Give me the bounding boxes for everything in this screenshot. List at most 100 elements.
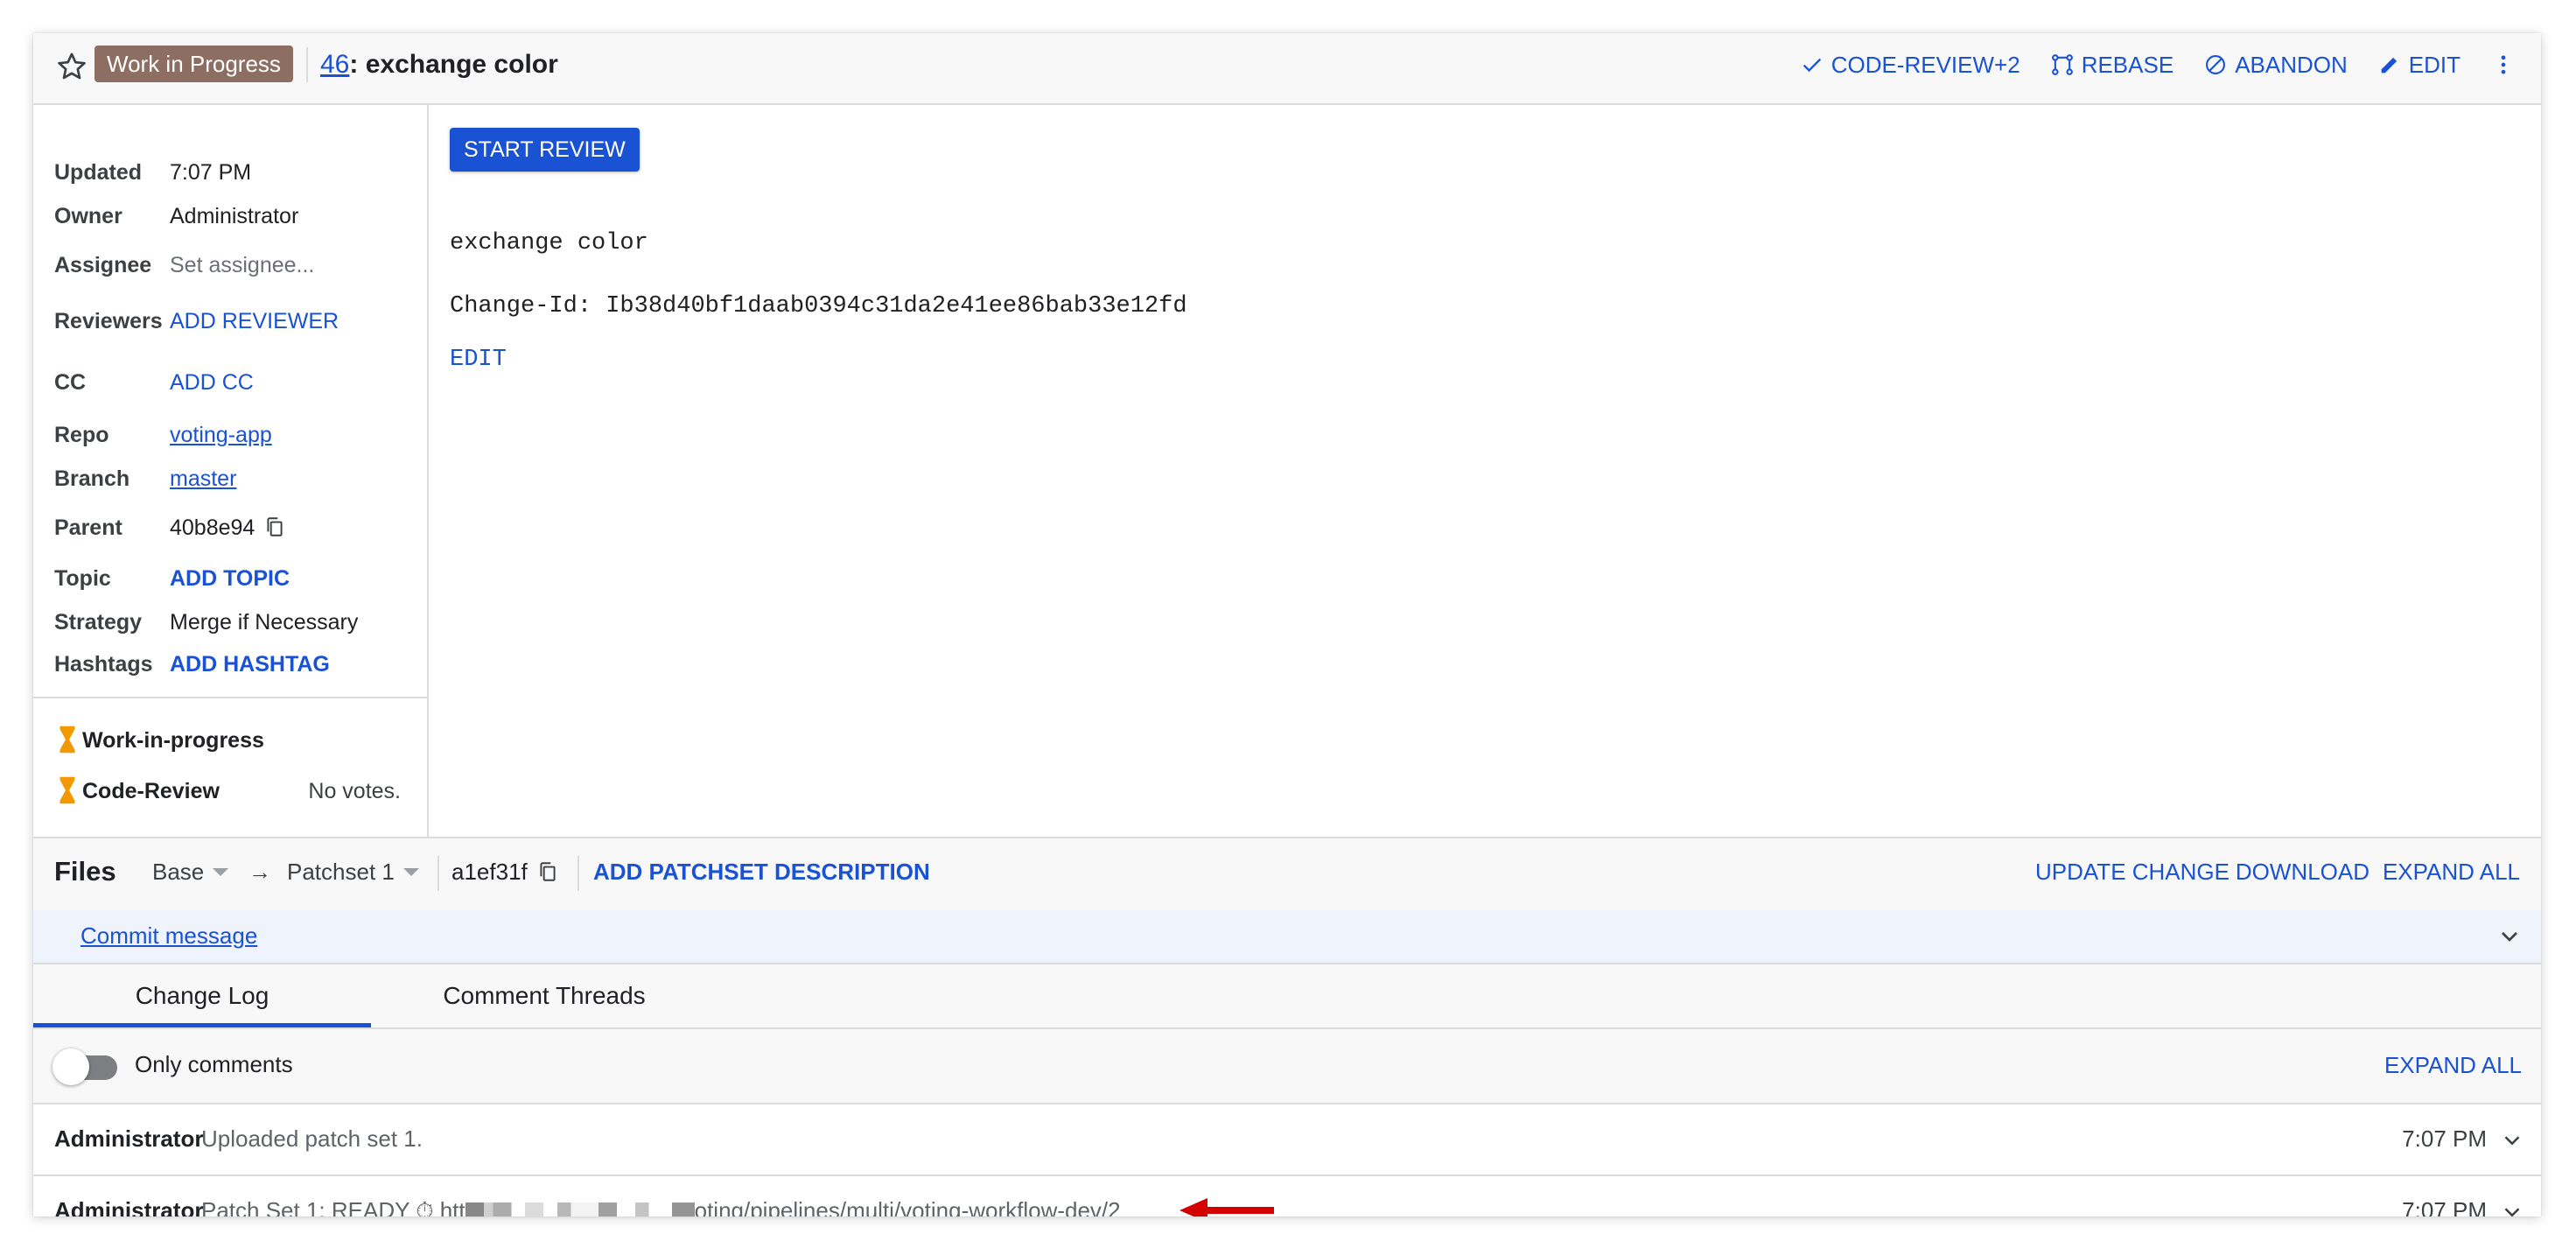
more-actions-button[interactable] bbox=[2490, 52, 2516, 78]
abandon-button[interactable]: ABANDON bbox=[2203, 52, 2348, 79]
only-comments-label: Only comments bbox=[135, 1051, 293, 1077]
message-row[interactable]: Administrator Patch Set 1: READY ⏱ htt ot… bbox=[33, 1176, 2541, 1216]
edit-label: EDIT bbox=[2408, 51, 2460, 78]
patchset-sha-value: a1ef31f bbox=[452, 859, 528, 885]
label-wip-name: Work-in-progress bbox=[82, 728, 264, 753]
meta-strategy-label: Strategy bbox=[54, 610, 143, 635]
meta-owner-label: Owner bbox=[54, 204, 122, 228]
branch-link[interactable]: master bbox=[170, 464, 236, 494]
more-vert-icon bbox=[2501, 55, 2506, 74]
commit-change-id: Change-Id: Ib38d40bf1daab0394c31da2e41ee… bbox=[450, 293, 1187, 319]
meta-parent-value: 40b8e94 bbox=[170, 513, 286, 543]
header-actions: CODE-REVIEW+2 REBASE ABANDON EDIT bbox=[1800, 47, 2516, 82]
chevron-down-icon[interactable] bbox=[2496, 922, 2524, 950]
label-work-in-progress: Work-in-progress bbox=[58, 725, 264, 755]
message-row[interactable]: Administrator Uploaded patch set 1. 7:07… bbox=[33, 1104, 2541, 1176]
patchset-select-value: Patchset 1 bbox=[287, 859, 395, 885]
add-cc-button[interactable]: ADD CC bbox=[170, 368, 254, 397]
files-bar-divider bbox=[578, 856, 579, 891]
copy-icon[interactable] bbox=[263, 515, 286, 539]
tab-comment-threads[interactable]: Comment Threads bbox=[371, 964, 718, 1027]
add-topic-button[interactable]: ADD TOPIC bbox=[170, 564, 290, 593]
message-text: Patch Set 1: READY ⏱ htt oting/pipelines/… bbox=[201, 1197, 1121, 1216]
commit-message-panel: START REVIEW exchange color Change-Id: I… bbox=[429, 105, 2541, 837]
toggle-knob bbox=[52, 1048, 89, 1085]
message-text-suffix: oting/pipelines/multi/voting-workflow-de… bbox=[694, 1197, 1121, 1216]
code-review-button[interactable]: CODE-REVIEW+2 bbox=[1800, 52, 2020, 79]
hourglass-icon bbox=[60, 776, 75, 804]
message-author: Administrator bbox=[54, 1197, 204, 1216]
change-view: Work in Progress 46: exchange color CODE… bbox=[33, 33, 2541, 1216]
patchset-select[interactable]: Patchset 1 bbox=[287, 859, 419, 886]
parent-sha: 40b8e94 bbox=[170, 515, 256, 540]
base-select-value: Base bbox=[152, 859, 205, 885]
arrow-right-icon: → bbox=[248, 859, 271, 885]
message-time: 7:07 PM bbox=[2402, 1125, 2487, 1152]
repo-link[interactable]: voting-app bbox=[170, 420, 272, 450]
base-select[interactable]: Base bbox=[152, 859, 229, 886]
message-author: Administrator bbox=[54, 1125, 204, 1152]
expand-all-files-button[interactable]: EXPAND ALL bbox=[2383, 859, 2520, 886]
meta-hashtags-label: Hashtags bbox=[54, 652, 153, 677]
add-reviewer-button[interactable]: ADD REVIEWER bbox=[170, 306, 339, 336]
rebase-icon bbox=[2051, 54, 2073, 75]
label-code-review-name: Code-Review bbox=[82, 779, 220, 803]
only-comments-toggle[interactable] bbox=[52, 1047, 119, 1085]
meta-divider bbox=[33, 697, 427, 698]
block-icon bbox=[2206, 55, 2226, 74]
meta-cc-label: CC bbox=[54, 370, 87, 395]
add-hashtag-button[interactable]: ADD HASHTAG bbox=[170, 649, 330, 679]
no-votes-text: No votes. bbox=[308, 779, 401, 803]
commit-message-file-link[interactable]: Commit message bbox=[80, 922, 257, 950]
change-title: 46: exchange color bbox=[320, 47, 558, 82]
add-patchset-description-button[interactable]: ADD PATCHSET DESCRIPTION bbox=[593, 859, 930, 886]
patchset-sha: a1ef31f bbox=[452, 859, 559, 886]
check-icon bbox=[1802, 58, 1821, 73]
label-code-review: Code-Review bbox=[58, 775, 220, 806]
edit-button[interactable]: EDIT bbox=[2377, 52, 2460, 79]
start-review-button[interactable]: START REVIEW bbox=[450, 128, 640, 172]
assignee-input[interactable]: Set assignee... bbox=[170, 250, 314, 280]
caret-down-icon bbox=[402, 868, 419, 876]
rebase-button[interactable]: REBASE bbox=[2050, 52, 2174, 79]
meta-reviewers-label: Reviewers bbox=[54, 309, 163, 333]
files-bar-divider bbox=[438, 856, 439, 891]
tab-change-log[interactable]: Change Log bbox=[33, 964, 371, 1027]
star-icon[interactable] bbox=[54, 49, 89, 84]
annotation-arrow-icon bbox=[1180, 1198, 1274, 1216]
meta-repo-label: Repo bbox=[54, 423, 109, 447]
message-text: Uploaded patch set 1. bbox=[201, 1125, 423, 1152]
messages-toolbar: Only comments EXPAND ALL bbox=[33, 1029, 2541, 1104]
change-metadata: Updated 7:07 PM Owner Administrator Assi… bbox=[33, 105, 429, 837]
message-text-prefix: Patch Set 1: READY ⏱ htt bbox=[201, 1197, 466, 1216]
commit-subject: exchange color bbox=[450, 230, 648, 256]
message-time: 7:07 PM bbox=[2402, 1197, 2487, 1216]
change-header: Work in Progress 46: exchange color CODE… bbox=[33, 33, 2541, 105]
commit-edit-button[interactable]: EDIT bbox=[450, 347, 507, 373]
chevron-down-icon[interactable] bbox=[2499, 1127, 2525, 1153]
update-change-button[interactable]: UPDATE CHANGE bbox=[2035, 859, 2230, 886]
header-divider bbox=[306, 47, 308, 82]
pencil-icon bbox=[2381, 57, 2397, 74]
download-button[interactable]: DOWNLOAD bbox=[2236, 859, 2370, 886]
change-number-link[interactable]: 46 bbox=[320, 50, 349, 79]
redacted-url-segment bbox=[465, 1202, 695, 1216]
code-review-label: CODE-REVIEW+2 bbox=[1830, 51, 2020, 78]
meta-parent-label: Parent bbox=[54, 515, 122, 540]
abandon-label: ABANDON bbox=[2235, 51, 2348, 78]
change-subject: : exchange color bbox=[349, 50, 558, 79]
caret-down-icon bbox=[213, 868, 229, 876]
meta-topic-label: Topic bbox=[54, 566, 111, 591]
hourglass-icon bbox=[60, 726, 75, 754]
meta-updated-value: 7:07 PM bbox=[170, 160, 252, 185]
files-title: Files bbox=[54, 856, 116, 887]
chevron-down-icon[interactable] bbox=[2499, 1199, 2525, 1216]
rebase-label: REBASE bbox=[2081, 51, 2174, 78]
expand-all-messages-button[interactable]: EXPAND ALL bbox=[2384, 1052, 2522, 1079]
messages-tabs: Change Log Comment Threads bbox=[33, 964, 2541, 1029]
meta-updated-label: Updated bbox=[54, 160, 142, 185]
files-header: Files Base → Patchset 1 a1ef31f ADD PATC… bbox=[33, 837, 2541, 912]
meta-assignee-label: Assignee bbox=[54, 253, 152, 277]
meta-owner-value[interactable]: Administrator bbox=[170, 201, 298, 231]
copy-icon[interactable] bbox=[536, 859, 559, 884]
